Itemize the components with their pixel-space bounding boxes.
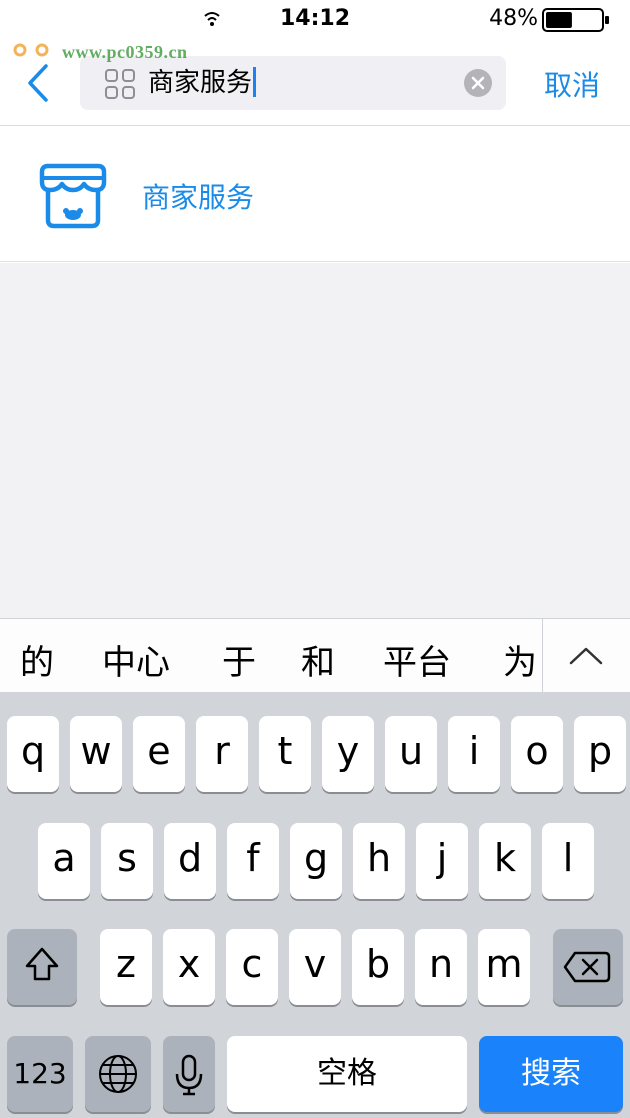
- key-z[interactable]: z: [100, 929, 152, 1005]
- key-j[interactable]: j: [416, 823, 468, 899]
- search-key[interactable]: 搜索: [479, 1036, 623, 1112]
- result-item-label: 商家服务: [142, 181, 255, 214]
- search-query: 商家服务: [148, 68, 253, 98]
- key-d[interactable]: d: [164, 823, 216, 899]
- key-r[interactable]: r: [196, 716, 248, 792]
- clear-search-button[interactable]: [464, 69, 492, 97]
- apps-grid-icon: [105, 69, 135, 99]
- microphone-key[interactable]: [163, 1036, 215, 1112]
- key-a[interactable]: a: [38, 823, 90, 899]
- key-e[interactable]: e: [133, 716, 185, 792]
- suggestion-item[interactable]: 中心: [102, 635, 170, 684]
- key-b[interactable]: b: [352, 929, 404, 1005]
- key-l[interactable]: l: [542, 823, 594, 899]
- key-u[interactable]: u: [385, 716, 437, 792]
- result-item-merchant-service[interactable]: 商家服务: [0, 126, 630, 262]
- key-i[interactable]: i: [448, 716, 500, 792]
- battery-icon: [542, 8, 609, 32]
- shift-icon: [25, 947, 59, 981]
- microphone-icon: [175, 1054, 203, 1096]
- empty-results-area: [0, 263, 630, 618]
- key-s[interactable]: s: [101, 823, 153, 899]
- chevron-up-icon: [569, 647, 603, 665]
- key-g[interactable]: g: [290, 823, 342, 899]
- numbers-key[interactable]: 123: [7, 1036, 73, 1112]
- globe-icon: [99, 1055, 137, 1093]
- key-y[interactable]: y: [322, 716, 374, 792]
- suggestion-item[interactable]: 平台: [383, 635, 451, 684]
- suggestion-item[interactable]: 和: [301, 635, 335, 684]
- key-v[interactable]: v: [289, 929, 341, 1005]
- key-k[interactable]: k: [479, 823, 531, 899]
- status-bar: 14:12 48%: [0, 0, 630, 40]
- key-q[interactable]: q: [7, 716, 59, 792]
- key-w[interactable]: w: [70, 716, 122, 792]
- close-icon: [471, 76, 485, 90]
- screen: 14:12 48% 商家服务 取消 www.pc0359.cn 商家服务 的 中…: [0, 0, 630, 1118]
- search-results: 商家服务: [0, 126, 630, 262]
- keyboard: qwertyuiop asdfghjkl zxcvbnm 123 空格 搜索: [0, 692, 630, 1118]
- key-m[interactable]: m: [478, 929, 530, 1005]
- suggestion-item[interactable]: 为: [503, 635, 537, 684]
- globe-key[interactable]: [85, 1036, 151, 1112]
- space-key[interactable]: 空格: [227, 1036, 467, 1112]
- key-t[interactable]: t: [259, 716, 311, 792]
- battery-percent: 48%: [489, 6, 538, 31]
- key-o[interactable]: o: [511, 716, 563, 792]
- watermark-text: www.pc0359.cn: [62, 42, 188, 62]
- search-input[interactable]: 商家服务: [148, 66, 257, 100]
- suggestion-item[interactable]: 的: [20, 635, 54, 684]
- key-p[interactable]: p: [574, 716, 626, 792]
- backspace-key[interactable]: [553, 929, 623, 1005]
- key-n[interactable]: n: [415, 929, 467, 1005]
- key-h[interactable]: h: [353, 823, 405, 899]
- key-c[interactable]: c: [226, 929, 278, 1005]
- cancel-button[interactable]: 取消: [544, 64, 600, 104]
- merchant-store-icon: [39, 163, 107, 229]
- key-f[interactable]: f: [227, 823, 279, 899]
- suggestion-item[interactable]: 于: [222, 635, 256, 684]
- key-x[interactable]: x: [163, 929, 215, 1005]
- expand-suggestions-button[interactable]: [543, 619, 630, 693]
- keyboard-suggestion-bar: 的 中心 于 和 平台 为: [0, 618, 630, 693]
- backspace-icon: [563, 951, 611, 983]
- text-caret: [253, 67, 257, 97]
- shift-key[interactable]: [7, 929, 77, 1005]
